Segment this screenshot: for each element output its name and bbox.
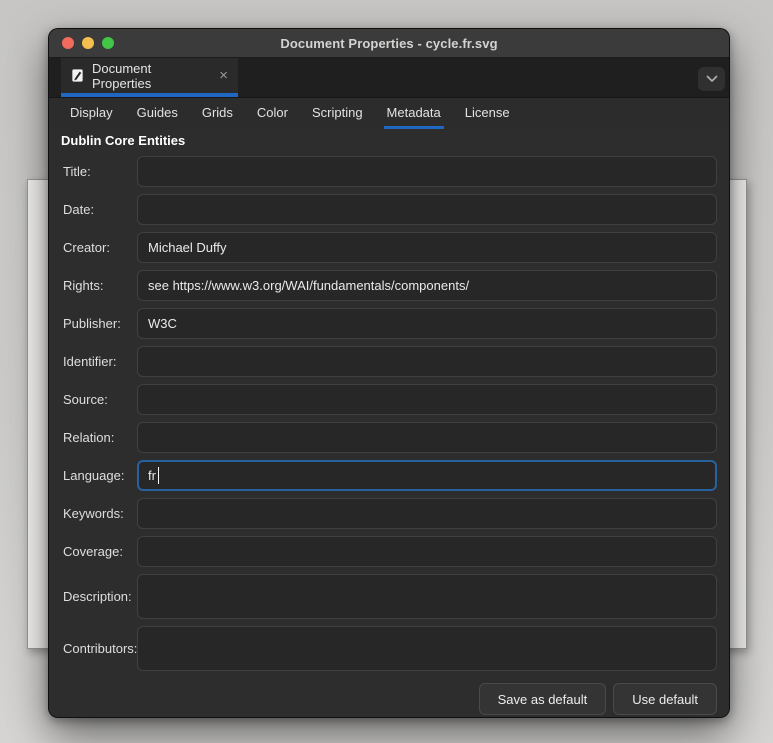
rights-label: Rights: — [63, 278, 137, 293]
dock-menu-button[interactable] — [698, 67, 725, 91]
relation-input[interactable] — [137, 422, 717, 453]
tab-close-icon[interactable]: × — [218, 68, 229, 83]
save-as-default-button[interactable]: Save as default — [479, 683, 607, 715]
field-row-relation: Relation: — [63, 422, 717, 453]
description-label: Description: — [63, 589, 137, 604]
rights-input[interactable] — [137, 270, 717, 301]
creator-input[interactable] — [137, 232, 717, 263]
tab-metadata[interactable]: Metadata — [384, 98, 444, 129]
language-input[interactable] — [137, 460, 717, 491]
window-titlebar[interactable]: Document Properties - cycle.fr.svg — [49, 29, 729, 58]
contributors-textarea[interactable] — [137, 626, 717, 671]
coverage-input[interactable] — [137, 536, 717, 567]
identifier-label: Identifier: — [63, 354, 137, 369]
document-properties-icon — [70, 68, 85, 83]
field-row-publisher: Publisher: — [63, 308, 717, 339]
identifier-input[interactable] — [137, 346, 717, 377]
dock-tab-strip: Document Properties × — [49, 58, 729, 98]
contributors-label: Contributors: — [63, 641, 137, 656]
language-label: Language: — [63, 468, 137, 483]
source-input[interactable] — [137, 384, 717, 415]
field-row-title: Title: — [63, 156, 717, 187]
dock-tab-document-properties[interactable]: Document Properties × — [61, 58, 238, 97]
coverage-label: Coverage: — [63, 544, 137, 559]
tab-guides[interactable]: Guides — [134, 98, 181, 129]
chevron-down-icon — [706, 75, 718, 83]
close-window-button[interactable] — [62, 37, 74, 49]
traffic-lights — [62, 29, 114, 57]
field-row-date: Date: — [63, 194, 717, 225]
field-row-source: Source: — [63, 384, 717, 415]
title-input[interactable] — [137, 156, 717, 187]
publisher-input[interactable] — [137, 308, 717, 339]
field-row-keywords: Keywords: — [63, 498, 717, 529]
tab-color[interactable]: Color — [254, 98, 291, 129]
date-label: Date: — [63, 202, 137, 217]
title-label: Title: — [63, 164, 137, 179]
creator-label: Creator: — [63, 240, 137, 255]
zoom-window-button[interactable] — [102, 37, 114, 49]
dock-tab-label: Document Properties — [92, 61, 211, 91]
field-row-rights: Rights: — [63, 270, 717, 301]
tab-grids[interactable]: Grids — [199, 98, 236, 129]
section-header: Dublin Core Entities — [61, 133, 717, 148]
tab-scripting[interactable]: Scripting — [309, 98, 366, 129]
publisher-label: Publisher: — [63, 316, 137, 331]
field-row-identifier: Identifier: — [63, 346, 717, 377]
dialog-action-row: Save as default Use default — [63, 678, 717, 715]
tab-display[interactable]: Display — [67, 98, 116, 129]
minimize-window-button[interactable] — [82, 37, 94, 49]
field-row-coverage: Coverage: — [63, 536, 717, 567]
document-properties-window: Document Properties - cycle.fr.svg Docum… — [48, 28, 730, 718]
date-input[interactable] — [137, 194, 717, 225]
window-title: Document Properties - cycle.fr.svg — [49, 36, 729, 51]
field-row-creator: Creator: — [63, 232, 717, 263]
text-cursor — [158, 467, 159, 484]
keywords-label: Keywords: — [63, 506, 137, 521]
source-label: Source: — [63, 392, 137, 407]
tab-license[interactable]: License — [462, 98, 513, 129]
keywords-input[interactable] — [137, 498, 717, 529]
relation-label: Relation: — [63, 430, 137, 445]
metadata-panel: Dublin Core Entities Title: Date: Creato… — [49, 129, 729, 718]
use-default-button[interactable]: Use default — [613, 683, 717, 715]
settings-tab-bar: Display Guides Grids Color Scripting Met… — [49, 98, 729, 129]
field-row-description: Description: — [63, 574, 717, 619]
field-row-language: Language: — [63, 460, 717, 491]
field-row-contributors: Contributors: — [63, 626, 717, 671]
description-textarea[interactable] — [137, 574, 717, 619]
